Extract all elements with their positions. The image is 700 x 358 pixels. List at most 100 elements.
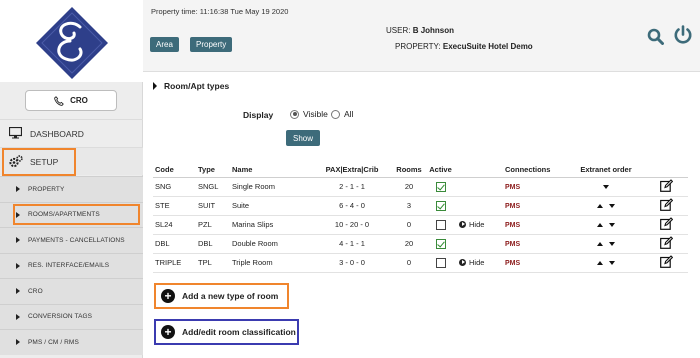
sidebar-item-label: SETUP <box>30 156 59 167</box>
submenu-item-cro[interactable]: CRO <box>0 278 143 304</box>
active-checkbox[interactable] <box>435 219 446 230</box>
caret-right-icon <box>16 211 20 218</box>
cro-button[interactable]: CRO <box>25 90 117 111</box>
cell-pax: 6 - 4 - 0 <box>310 196 394 216</box>
add-room-type-label: Add a new type of room <box>182 291 279 301</box>
active-checkbox[interactable] <box>435 238 446 249</box>
cell-pax: 3 - 0 - 0 <box>310 253 394 273</box>
submenu-item-conversion-tags[interactable]: CONVERSION TAGS <box>0 303 143 330</box>
pms-link[interactable]: PMS <box>505 203 520 210</box>
cell-edit <box>645 196 688 216</box>
submenu-item-payments-cancellations[interactable]: PAYMENTS - CANCELLATIONS <box>0 227 143 253</box>
logo-area <box>0 0 143 82</box>
submenu-item-label: CRO <box>28 287 43 295</box>
display-label: Display <box>243 110 274 120</box>
cell-extranet-order <box>567 177 645 197</box>
radio-all[interactable]: All <box>331 109 353 119</box>
search-icon[interactable] <box>647 28 664 45</box>
edit-icon[interactable] <box>660 236 674 251</box>
move-down-icon[interactable] <box>603 185 609 190</box>
show-button[interactable]: Show <box>286 130 320 146</box>
edit-icon[interactable] <box>660 179 674 194</box>
cell-active <box>424 234 457 254</box>
room-classification-label: Add/edit room classification <box>182 327 296 337</box>
hide-link[interactable]: Hide <box>459 258 484 267</box>
cell-type: PZL <box>196 215 230 235</box>
area-button[interactable]: Area <box>150 37 179 52</box>
caret-right-icon <box>16 339 20 345</box>
room-types-table: Code Type Name PAX|Extra|Crib Rooms Acti… <box>153 162 688 273</box>
cell-extranet-order <box>567 196 645 216</box>
pms-link[interactable]: PMS <box>505 184 520 191</box>
power-icon[interactable] <box>673 25 693 45</box>
cell-code: STE <box>153 196 196 216</box>
plus-icon: + <box>161 289 175 303</box>
active-checkbox[interactable] <box>435 200 446 211</box>
edit-icon[interactable] <box>660 255 674 270</box>
edit-icon[interactable] <box>660 217 674 232</box>
table-row: TRIPLE TPL Triple Room 3 - 0 - 0 0 Hide PMS <box>153 253 688 273</box>
property-button[interactable]: Property <box>190 37 233 52</box>
pms-link[interactable]: PMS <box>505 241 520 248</box>
col-active: Active <box>424 162 457 178</box>
cell-edit <box>645 234 688 254</box>
table-row: SL24 PZL Marina Slips 10 - 20 - 0 0 Hide PMS <box>153 215 688 235</box>
cell-type: SNGL <box>196 177 230 197</box>
cell-hide <box>457 234 503 254</box>
main-content: Room/Apt types Display Visible All Show … <box>143 72 700 358</box>
col-code: Code <box>153 162 196 178</box>
hide-link[interactable]: Hide <box>459 220 484 229</box>
plus-icon: + <box>161 325 175 339</box>
cell-pax: 4 - 1 - 1 <box>310 234 394 254</box>
move-down-icon[interactable] <box>609 204 615 209</box>
move-down-icon[interactable] <box>609 242 615 247</box>
col-extranet-order: Extranet order <box>567 162 645 178</box>
table-row: STE SUIT Suite 6 - 4 - 0 3 PMS <box>153 196 688 216</box>
cell-pax: 2 - 1 - 1 <box>310 177 394 197</box>
pms-link[interactable]: PMS <box>505 222 520 229</box>
active-checkbox[interactable] <box>435 181 446 192</box>
cell-edit <box>645 177 688 197</box>
execusuite-logo <box>36 7 108 79</box>
cell-extranet-order <box>567 234 645 254</box>
cro-button-label: CRO <box>70 96 88 105</box>
edit-icon[interactable] <box>660 198 674 213</box>
room-classification-button[interactable]: + Add/edit room classification <box>154 319 299 345</box>
move-down-icon[interactable] <box>609 261 615 266</box>
cell-active <box>424 177 457 197</box>
cell-type: DBL <box>196 234 230 254</box>
section-title[interactable]: Room/Apt types <box>153 81 229 91</box>
col-edit <box>645 162 688 178</box>
col-hide <box>457 162 503 178</box>
radio-visible-dot[interactable] <box>290 109 299 119</box>
cell-connections: PMS <box>503 215 567 235</box>
pms-link[interactable]: PMS <box>505 260 520 267</box>
add-room-type-button[interactable]: + Add a new type of room <box>154 283 289 309</box>
move-up-icon[interactable] <box>597 261 603 266</box>
cell-name: Single Room <box>230 177 310 197</box>
sidebar-item-setup[interactable]: SETUP <box>0 147 143 175</box>
move-down-icon[interactable] <box>609 223 615 228</box>
cell-name: Marina Slips <box>230 215 310 235</box>
submenu-item-pms-cm-rms[interactable]: PMS / CM / RMS <box>0 329 143 355</box>
phone-icon <box>54 95 64 106</box>
move-up-icon[interactable] <box>597 242 603 247</box>
submenu-item-label: PMS / CM / RMS <box>28 338 79 346</box>
move-up-icon[interactable] <box>597 223 603 228</box>
col-rooms: Rooms <box>394 162 424 178</box>
radio-all-dot[interactable] <box>331 109 340 119</box>
submenu-item-label: ROOMS/APARTMENTS <box>28 211 100 219</box>
submenu-item-res-interface-emails[interactable]: RES. INTERFACE/EMAILS <box>0 252 143 279</box>
radio-visible[interactable]: Visible <box>290 109 328 119</box>
user-info: USER: B Johnson <box>386 26 454 35</box>
gears-icon <box>9 155 23 168</box>
submenu-item-property[interactable]: PROPERTY <box>0 176 143 202</box>
active-checkbox[interactable] <box>435 257 446 268</box>
move-up-icon[interactable] <box>597 204 603 209</box>
table-row: DBL DBL Double Room 4 - 1 - 1 20 PMS <box>153 234 688 254</box>
cell-connections: PMS <box>503 196 567 216</box>
submenu-item-rooms-apartments[interactable]: ROOMS/APARTMENTS <box>0 201 143 228</box>
cell-edit <box>645 215 688 235</box>
sidebar-item-dashboard[interactable]: DASHBOARD <box>0 119 143 147</box>
table-row: SNG SNGL Single Room 2 - 1 - 1 20 PMS <box>153 177 688 197</box>
